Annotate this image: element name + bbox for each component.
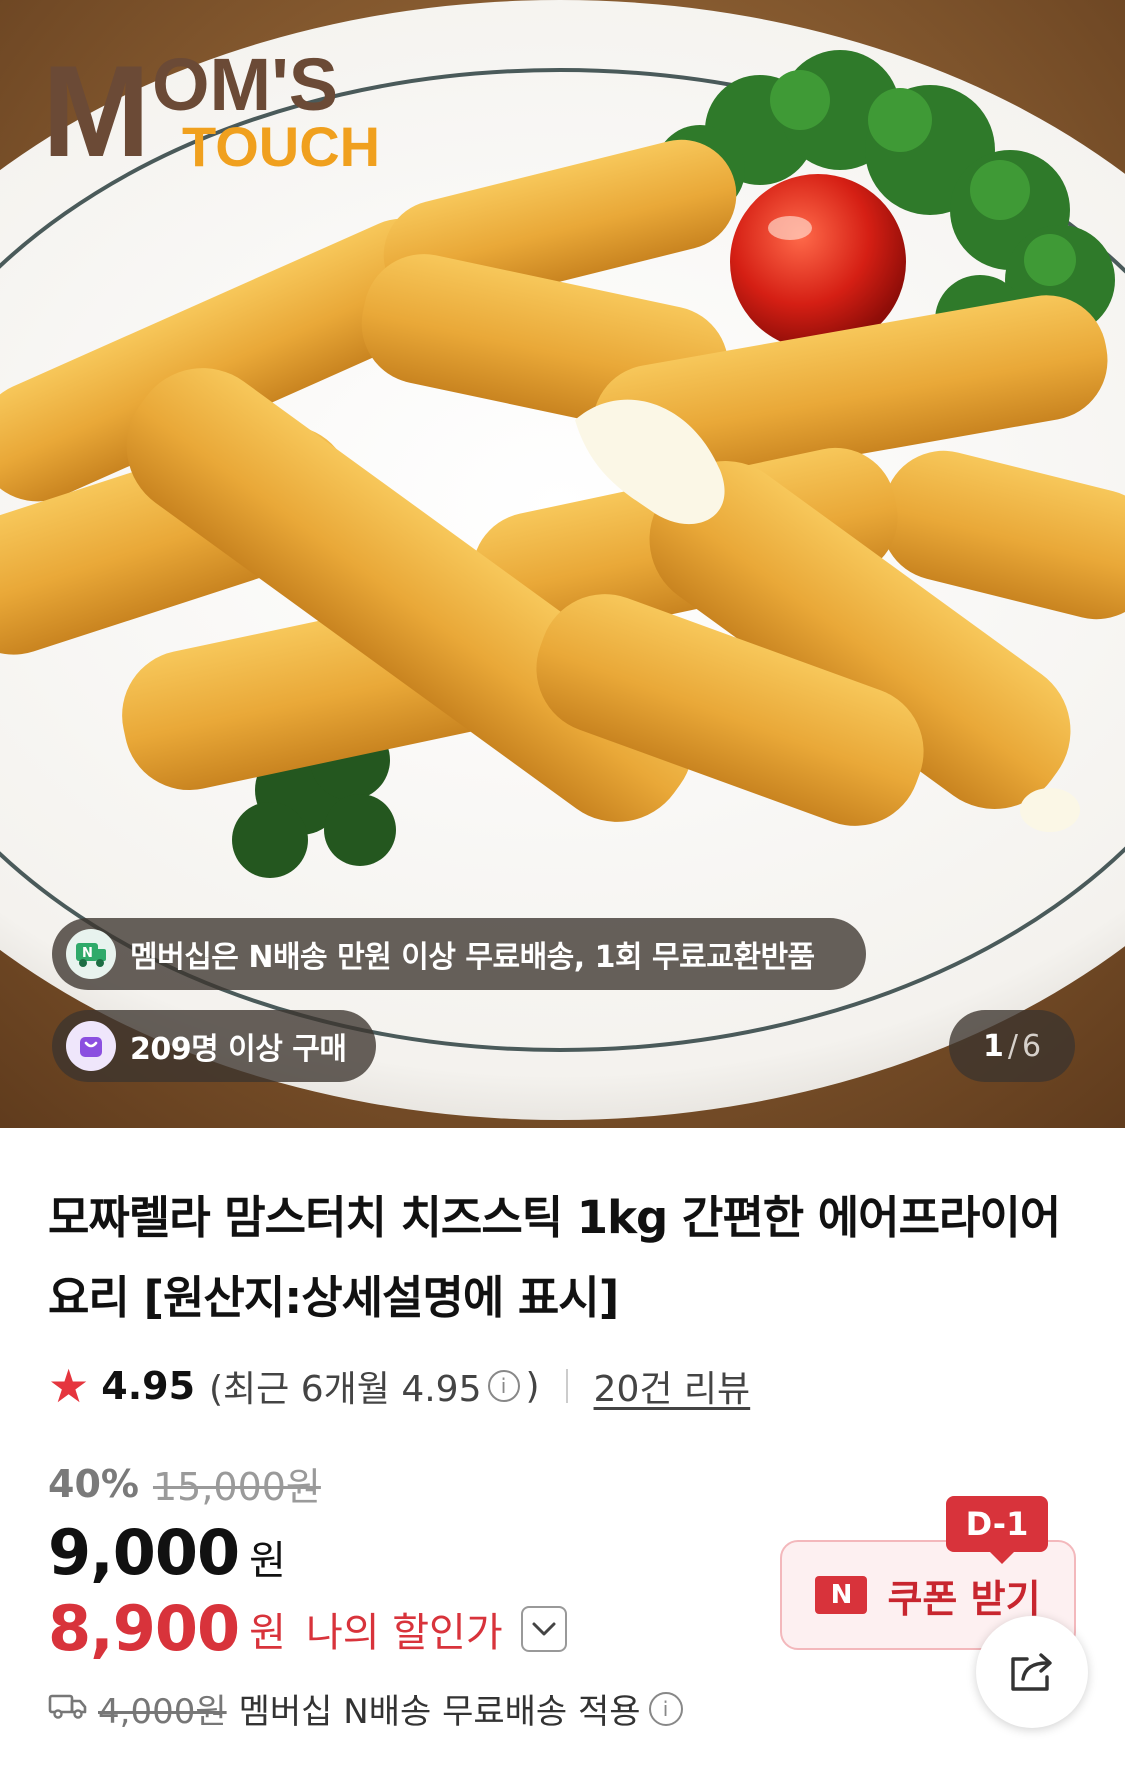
share-button[interactable] (976, 1616, 1088, 1728)
coupon-button-label: 쿠폰 받기 (887, 1576, 1041, 1621)
n-coupon-icon: N (815, 1576, 868, 1614)
shipping-note: 멤버십 N배송 무료배송 적용 (238, 1692, 641, 1732)
my-discount-price: 8,900 (48, 1592, 240, 1665)
shopping-bag-icon (66, 1021, 116, 1071)
coupon-deadline-badge: D-1 (946, 1496, 1048, 1564)
rating-score: 4.95 (101, 1364, 196, 1408)
my-discount-price-row: 8,900 원 나의 할인가 (48, 1592, 567, 1665)
share-icon (1011, 1653, 1052, 1691)
sale-price-row: 9,000 원 (48, 1516, 286, 1589)
discount-rate: 40% (48, 1461, 139, 1506)
svg-text:N: N (82, 946, 92, 961)
product-image[interactable]: M OM'S TOUCH N 멤버십은 N배송 만원 이상 무료배송, 1회 무… (0, 0, 1125, 1128)
info-icon[interactable]: i (648, 1691, 683, 1726)
sale-price-unit: 원 (249, 1538, 286, 1584)
chevron-down-icon[interactable] (520, 1605, 567, 1652)
page-total: 6 (1021, 1028, 1042, 1064)
recent-rating-text: (최근 6개월 4.95 (209, 1369, 482, 1410)
page-separator: / (1007, 1028, 1018, 1064)
purchase-count-badge: 209명 이상 구매 (52, 1010, 376, 1082)
recent-rating-close: ) (525, 1365, 540, 1407)
star-icon: ★ (48, 1359, 90, 1413)
info-icon[interactable]: i (487, 1370, 520, 1402)
shipping-row: 4,000원 멤버십 N배송 무료배송 적용 i (48, 1684, 683, 1733)
rating-row: ★ 4.95 (최근 6개월 4.95 i ) 20건 리뷰 (48, 1358, 750, 1414)
moms-touch-logo: M OM'S TOUCH (42, 38, 380, 178)
membership-notice-badge: N 멤버십은 N배송 만원 이상 무료배송, 1회 무료교환반품 (52, 918, 866, 990)
original-price-row: 40% 15,000원 (48, 1456, 321, 1511)
divider (565, 1369, 568, 1403)
truck-icon (48, 1689, 88, 1729)
svg-text:TOUCH: TOUCH (182, 115, 380, 178)
original-price: 15,000원 (152, 1465, 321, 1509)
svg-text:M: M (42, 38, 150, 178)
svg-text:OM'S: OM'S (152, 43, 338, 126)
my-discount-price-unit: 원 (249, 1609, 286, 1656)
my-discount-price-label: 나의 할인가 (305, 1609, 503, 1656)
shipping-fee: 4,000원 (98, 1692, 227, 1732)
image-page-counter: 1 / 6 (949, 1010, 1075, 1082)
membership-notice-text: 멤버십은 N배송 만원 이상 무료배송, 1회 무료교환반품 (130, 940, 815, 975)
review-count-link[interactable]: 20건 리뷰 (594, 1360, 751, 1412)
sale-price: 9,000 (48, 1516, 240, 1589)
product-title: 모짜렐라 맘스터치 치즈스틱 1kg 간편한 에어프라이어 요리 [원산지:상세… (48, 1191, 1061, 1324)
purchase-count-text: 209명 이상 구매 (130, 1032, 347, 1067)
page-current: 1 (982, 1028, 1004, 1064)
n-delivery-icon: N (66, 929, 116, 979)
